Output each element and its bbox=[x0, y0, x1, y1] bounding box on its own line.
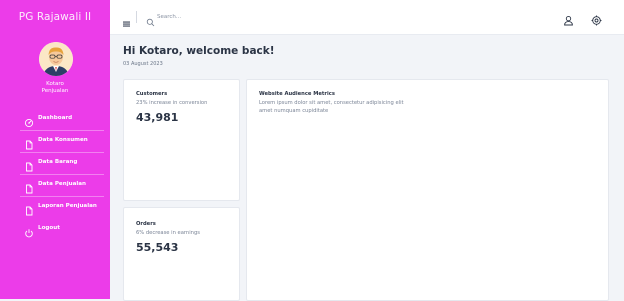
sidebar-item-data-konsumen[interactable]: Data Konsumen bbox=[0, 130, 110, 150]
user-name: Kotaro bbox=[46, 81, 64, 87]
card-title: Customers bbox=[136, 91, 168, 97]
menu-toggle-icon[interactable] bbox=[123, 13, 131, 27]
card-subtitle: 23% increase in conversion bbox=[136, 100, 208, 106]
search-icon[interactable] bbox=[146, 12, 155, 27]
user-role: Penjualan bbox=[41, 88, 69, 94]
customers-card: Customers 23% increase in conversion 43,… bbox=[123, 79, 240, 201]
sidebar-item-label: Data Konsumen bbox=[38, 137, 88, 143]
user-icon[interactable] bbox=[563, 11, 574, 26]
sidebar-item-data-penjualan[interactable]: Data Penjualan bbox=[0, 174, 110, 194]
audience-metrics-card: Website Audience Metrics Lorem ipsum dol… bbox=[246, 79, 609, 301]
dashboard-icon bbox=[24, 113, 34, 128]
card-title: Website Audience Metrics bbox=[259, 91, 335, 97]
topbar-divider bbox=[136, 11, 137, 23]
orders-card: Orders 6% decrease in earnings 55,543 bbox=[123, 207, 240, 301]
document-icon bbox=[24, 157, 34, 172]
sidebar-item-label: Dashboard bbox=[38, 115, 73, 121]
sidebar-item-data-barang[interactable]: Data Barang bbox=[0, 152, 110, 172]
card-subtitle: 6% decrease in earnings bbox=[136, 230, 200, 236]
card-title: Orders bbox=[136, 221, 156, 227]
sidebar-item-logout[interactable]: Logout bbox=[0, 218, 110, 238]
sidebar-item-label: Data Penjualan bbox=[38, 181, 87, 187]
topbar bbox=[110, 0, 624, 35]
document-icon bbox=[24, 135, 34, 150]
sidebar: PG Rajawali II Kotaro Penjualan Dashboar… bbox=[0, 0, 110, 299]
sidebar-item-laporan-penjualan[interactable]: Laporan Penjualan bbox=[0, 196, 110, 216]
page-date: 03 August 2023 bbox=[123, 61, 163, 67]
card-value: 43,981 bbox=[136, 111, 179, 124]
sidebar-item-label: Laporan Penjualan bbox=[38, 203, 97, 209]
avatar bbox=[39, 42, 73, 76]
document-icon bbox=[24, 201, 34, 216]
sidebar-item-dashboard[interactable]: Dashboard bbox=[0, 108, 110, 128]
card-value: 55,543 bbox=[136, 241, 179, 254]
sidebar-item-label: Logout bbox=[38, 225, 60, 231]
card-description: Lorem ipsum dolor sit amet, consectetur … bbox=[259, 100, 404, 114]
page-title: Hi Kotaro, welcome back! bbox=[123, 45, 275, 57]
search-input[interactable] bbox=[157, 10, 277, 23]
settings-icon[interactable] bbox=[591, 11, 602, 26]
sidebar-item-label: Data Barang bbox=[38, 159, 78, 165]
document-icon bbox=[24, 179, 34, 194]
brand-title[interactable]: PG Rajawali II bbox=[0, 11, 110, 23]
power-icon bbox=[24, 223, 34, 238]
